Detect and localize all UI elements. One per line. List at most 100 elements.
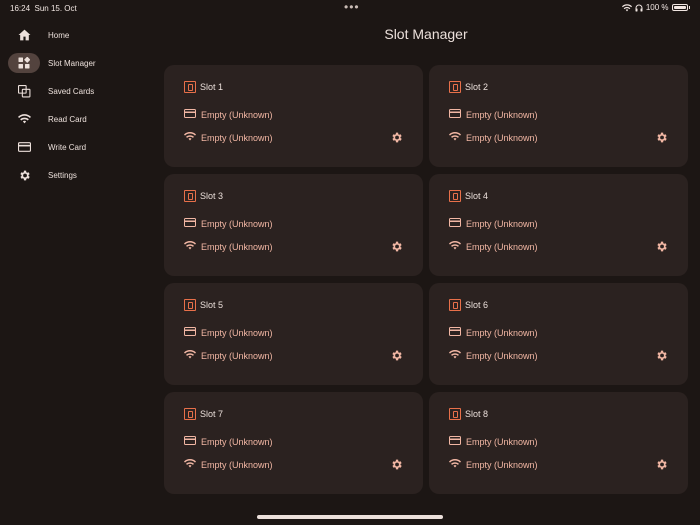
wifi-icon — [184, 350, 196, 361]
slot-name: Slot 3 — [200, 191, 224, 201]
status-right: 100 % — [621, 3, 690, 12]
lf-tag-status: Empty (Unknown) — [466, 459, 538, 470]
wifi-icon — [449, 350, 461, 361]
slot-chip-icon — [184, 81, 196, 93]
gear-icon — [16, 168, 32, 182]
hf-tag-status: Empty (Unknown) — [201, 218, 273, 229]
headphones-icon — [635, 4, 643, 11]
slot-grid: Slot 1 Empty (Unknown) Empty (Unknown) Slot… — [164, 65, 688, 494]
slot-title: Slot 8 — [449, 408, 488, 420]
slot-title: Slot 2 — [449, 81, 488, 93]
card-icon — [184, 218, 196, 229]
hf-tag-row: Empty (Unknown) — [449, 218, 538, 229]
wifi-status-icon — [621, 3, 632, 11]
hf-tag-row: Empty (Unknown) — [449, 327, 538, 338]
card-icon — [449, 327, 461, 338]
slot-chip-icon — [184, 408, 196, 420]
slot-title: Slot 7 — [184, 408, 223, 420]
status-bar: 16:24 Sun 15. Oct ••• 100 % — [0, 0, 700, 16]
slot-name: Slot 1 — [200, 82, 224, 92]
slot-settings-gear-icon[interactable] — [390, 458, 403, 471]
wifi-icon — [184, 241, 196, 252]
hf-tag-row: Empty (Unknown) — [184, 109, 273, 120]
slot-title: Slot 1 — [184, 81, 223, 93]
lf-tag-row: Empty (Unknown) — [449, 459, 538, 470]
lf-tag-status: Empty (Unknown) — [201, 132, 273, 143]
date: Sun 15. Oct — [34, 4, 77, 13]
nav-item-read-card[interactable]: Read Card — [0, 108, 150, 136]
slot-title: Slot 4 — [449, 190, 488, 202]
wifi-icon — [184, 459, 196, 470]
lf-tag-status: Empty (Unknown) — [201, 241, 273, 252]
nav-label: Settings — [48, 171, 77, 180]
lf-tag-status: Empty (Unknown) — [201, 459, 273, 470]
slot-settings-gear-icon[interactable] — [390, 349, 403, 362]
nav-item-settings[interactable]: Settings — [0, 164, 150, 192]
slot-name: Slot 6 — [465, 300, 489, 310]
slot-title: Slot 6 — [449, 299, 488, 311]
home-indicator[interactable] — [257, 515, 443, 519]
hf-tag-status: Empty (Unknown) — [466, 218, 538, 229]
copy-icon — [16, 84, 32, 98]
lf-tag-row: Empty (Unknown) — [184, 241, 273, 252]
wifi-icon — [16, 112, 32, 126]
nav-label: Read Card — [48, 115, 87, 124]
lf-tag-row: Empty (Unknown) — [449, 132, 538, 143]
nav-label: Slot Manager — [48, 59, 96, 68]
multitasking-dots-icon[interactable]: ••• — [344, 0, 360, 14]
slot-settings-gear-icon[interactable] — [390, 240, 403, 253]
lf-tag-status: Empty (Unknown) — [201, 350, 273, 361]
nav-label: Saved Cards — [48, 87, 95, 96]
slot-name: Slot 5 — [200, 300, 224, 310]
battery-percent: 100 % — [645, 3, 669, 12]
page-title: Slot Manager — [384, 26, 468, 42]
nav-item-slot-manager[interactable]: Slot Manager — [0, 52, 150, 80]
slot-settings-gear-icon[interactable] — [655, 458, 668, 471]
slot-name: Slot 7 — [200, 409, 224, 419]
slot-settings-gear-icon[interactable] — [655, 240, 668, 253]
hf-tag-row: Empty (Unknown) — [449, 436, 538, 447]
slot-card[interactable]: Slot 7 Empty (Unknown) Empty (Unknown) — [164, 392, 423, 494]
clock: 16:24 — [10, 4, 31, 13]
slot-chip-icon — [449, 190, 461, 202]
hf-tag-status: Empty (Unknown) — [201, 327, 273, 338]
slot-card[interactable]: Slot 6 Empty (Unknown) Empty (Unknown) — [429, 283, 688, 385]
slot-card[interactable]: Slot 3 Empty (Unknown) Empty (Unknown) — [164, 174, 423, 276]
slot-settings-gear-icon[interactable] — [655, 131, 668, 144]
card-icon — [184, 109, 196, 120]
hf-tag-row: Empty (Unknown) — [184, 218, 273, 229]
hf-tag-row: Empty (Unknown) — [449, 109, 538, 120]
battery-tip — [688, 6, 690, 9]
slot-title: Slot 3 — [184, 190, 223, 202]
card-icon — [449, 109, 461, 120]
slot-chip-icon — [449, 81, 461, 93]
slot-card[interactable]: Slot 1 Empty (Unknown) Empty (Unknown) — [164, 65, 423, 167]
slot-card[interactable]: Slot 2 Empty (Unknown) Empty (Unknown) — [429, 65, 688, 167]
grid-icon — [16, 56, 32, 70]
card-icon — [16, 140, 32, 154]
lf-tag-row: Empty (Unknown) — [449, 241, 538, 252]
slot-settings-gear-icon[interactable] — [655, 349, 668, 362]
nav-item-saved-cards[interactable]: Saved Cards — [0, 80, 150, 108]
hf-tag-row: Empty (Unknown) — [184, 436, 273, 447]
lf-tag-status: Empty (Unknown) — [466, 132, 538, 143]
slot-name: Slot 8 — [465, 409, 489, 419]
lf-tag-row: Empty (Unknown) — [184, 350, 273, 361]
slot-card[interactable]: Slot 5 Empty (Unknown) Empty (Unknown) — [164, 283, 423, 385]
slot-chip-icon — [184, 190, 196, 202]
slot-card[interactable]: Slot 8 Empty (Unknown) Empty (Unknown) — [429, 392, 688, 494]
hf-tag-status: Empty (Unknown) — [466, 109, 538, 120]
card-icon — [449, 436, 461, 447]
nav-item-write-card[interactable]: Write Card — [0, 136, 150, 164]
card-icon — [184, 327, 196, 338]
card-icon — [184, 436, 196, 447]
slot-card[interactable]: Slot 4 Empty (Unknown) Empty (Unknown) — [429, 174, 688, 276]
wifi-icon — [449, 132, 461, 143]
hf-tag-status: Empty (Unknown) — [201, 436, 273, 447]
wifi-icon — [184, 132, 196, 143]
hf-tag-status: Empty (Unknown) — [201, 109, 273, 120]
slot-settings-gear-icon[interactable] — [390, 131, 403, 144]
slot-chip-icon — [449, 299, 461, 311]
nav-label: Write Card — [48, 143, 87, 152]
slot-chip-icon — [184, 299, 196, 311]
